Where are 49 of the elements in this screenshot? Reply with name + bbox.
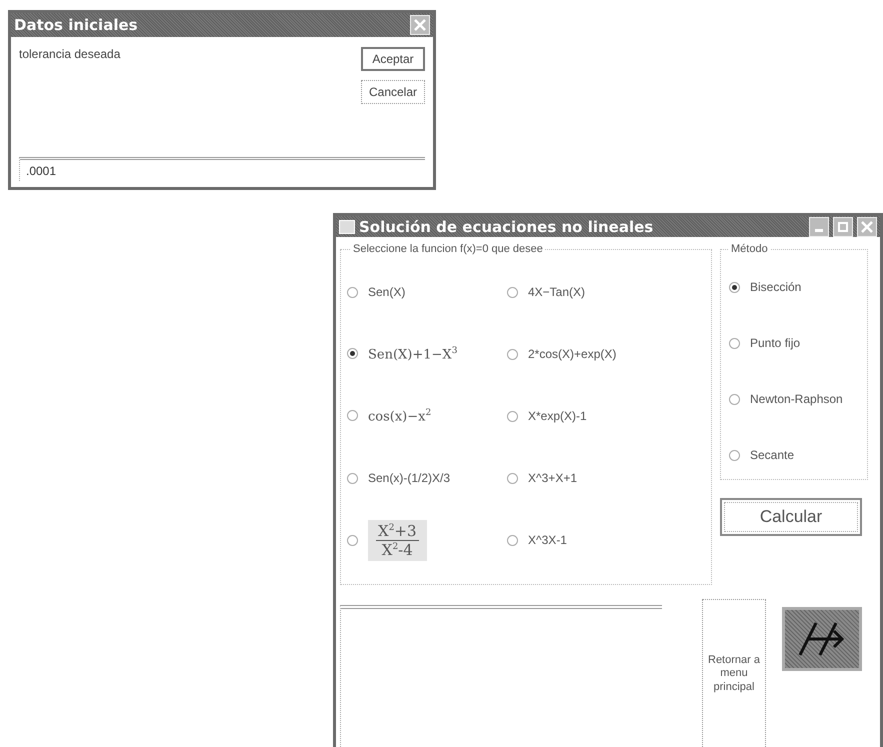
dialog-button[interactable]: Aceptar [361, 47, 425, 71]
prompt-label: tolerancia deseada [19, 47, 122, 63]
option-label: X*exp(X)-1 [528, 409, 587, 423]
close-button[interactable] [410, 15, 430, 35]
option-label: Punto fijo [750, 336, 800, 350]
radio-button[interactable] [507, 286, 518, 298]
close-icon [414, 19, 426, 31]
radio-button[interactable] [507, 348, 518, 360]
option-label: Bisección [750, 280, 802, 294]
option-label: Secante [750, 448, 794, 462]
dialog-button[interactable]: Cancelar [361, 80, 425, 104]
tolerance-field[interactable]: .0001 [19, 157, 425, 181]
group-title: Método [730, 243, 769, 255]
app-icon [339, 220, 355, 234]
group-title: Seleccione la funcion f(x)=0 que desee [352, 243, 544, 255]
maximize-button[interactable] [833, 216, 853, 236]
minimize-button[interactable] [809, 216, 829, 236]
option-label: 4X−Tan(X) [528, 285, 586, 299]
picture-button[interactable] [782, 607, 862, 671]
return-button[interactable]: Retornar a menu principal [702, 599, 766, 747]
option-label: Sen(X)+1−X$^{3}$ [368, 346, 458, 362]
radio-button[interactable] [729, 450, 740, 460]
close-button[interactable] [857, 216, 877, 236]
radio-button[interactable] [347, 286, 358, 298]
radio-button[interactable] [347, 410, 358, 422]
option-label: X^3+X+1 [528, 471, 578, 485]
option-label: cos(x)−x$^{2}$ [368, 408, 432, 424]
numerator: X$^{2}$+3 [376, 522, 419, 540]
radio-button[interactable] [507, 410, 518, 422]
option-label: Sen(X) [368, 285, 406, 299]
radio-button[interactable] [507, 472, 518, 484]
option-label: X^3X-1 [528, 533, 567, 547]
radio-button[interactable] [507, 534, 518, 546]
option-label: 2*cos(X)+exp(X) [528, 347, 616, 361]
window-title: Solución de ecuaciones no lineales [359, 218, 654, 236]
radio-button[interactable] [347, 348, 358, 360]
radio-button[interactable] [729, 338, 740, 348]
maximize-icon [838, 222, 848, 232]
minimize-icon [815, 229, 823, 232]
option-label: Newton-Raphson [750, 392, 843, 406]
close-icon [861, 220, 873, 232]
radio-button[interactable] [729, 282, 740, 292]
radio-button[interactable] [729, 394, 740, 404]
radio-button[interactable] [347, 534, 358, 546]
option-label: Sen(x)-(1/2)X/3 [368, 471, 450, 485]
calculate-button[interactable]: Calcular [720, 498, 862, 536]
radio-button[interactable] [347, 472, 358, 484]
denominator: X$^{2}$-4 [380, 540, 414, 558]
window-title: Datos iniciales [14, 16, 139, 34]
